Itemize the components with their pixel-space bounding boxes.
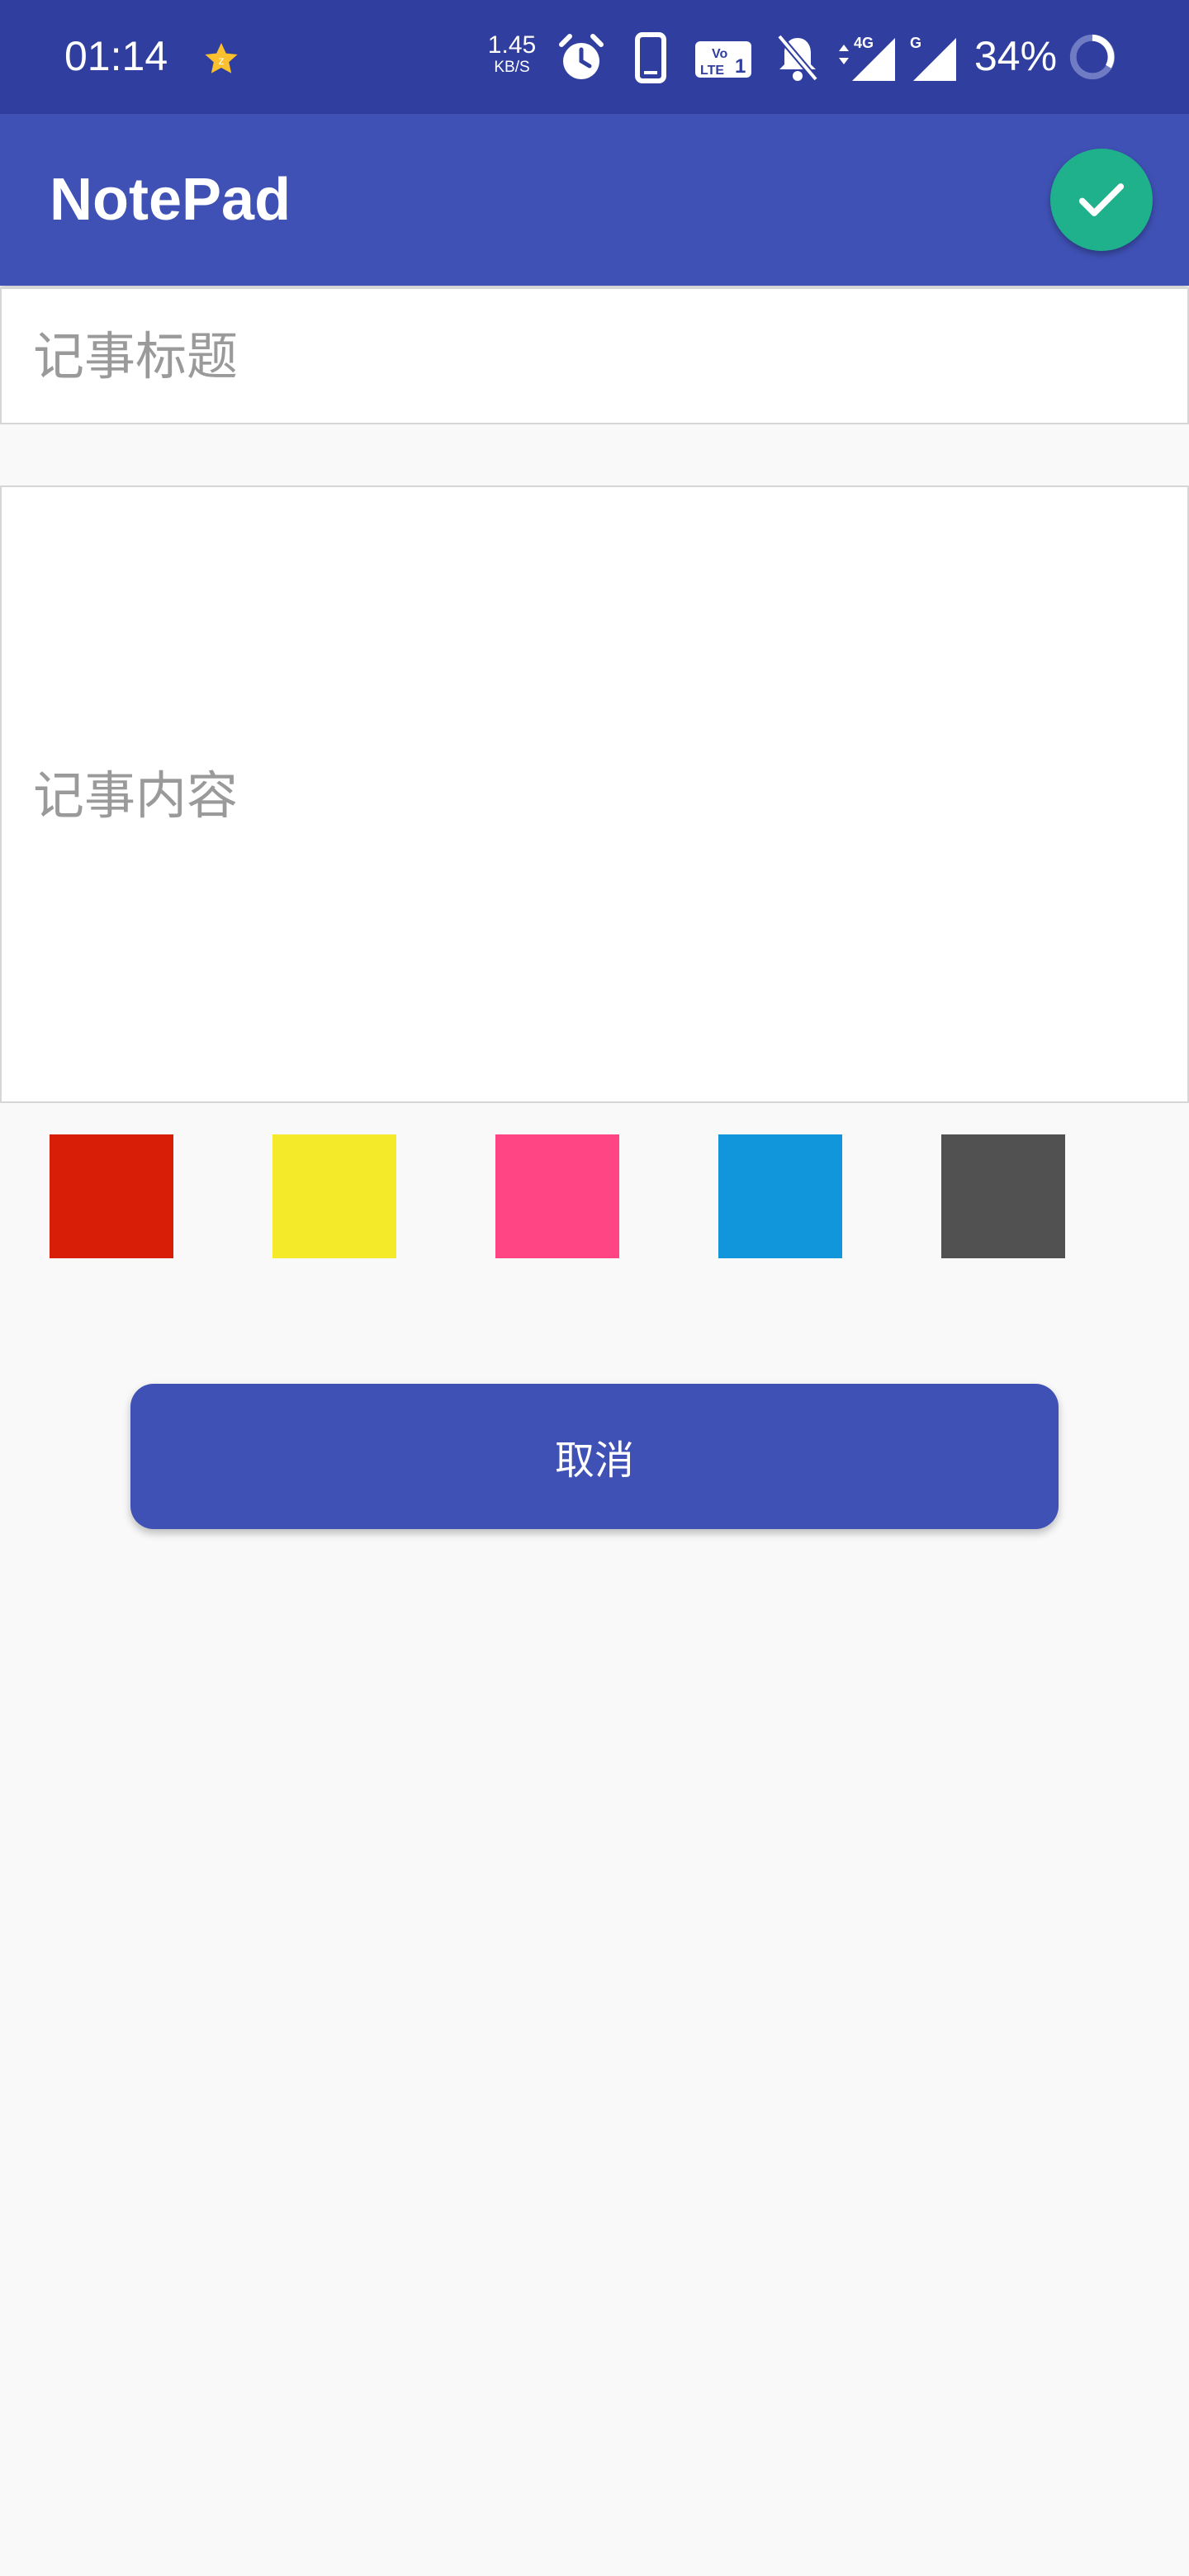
cancel-button-label: 取消 [554,1437,634,1484]
note-title-input[interactable]: 记事标题 [0,287,1189,424]
signal-g-label: G [910,35,921,51]
signal-4g-icon: 4G [839,35,895,81]
check-icon [1078,183,1125,216]
svg-text:1: 1 [735,55,746,78]
note-content-input[interactable]: 记事内容 [0,485,1189,1103]
color-swatch-red[interactable] [50,1134,173,1258]
network-speed-unit: KB/S [494,59,530,76]
color-swatch-gray[interactable] [941,1134,1065,1258]
cancel-button[interactable]: 取消 [130,1384,1059,1529]
signal-g-icon: G [910,35,956,81]
svg-text:Vo: Vo [712,47,727,61]
star-icon: z [205,43,238,73]
network-speed: 1.45 KB/S [486,31,538,76]
battery-ring-icon [1069,34,1116,80]
app-bar: NotePad [0,114,1189,286]
note-title-placeholder: 记事标题 [33,326,239,386]
note-content-placeholder: 记事内容 [33,765,239,826]
svg-text:LTE: LTE [700,64,724,78]
status-bar: 01:14 z 1.45 KB/S Vo LTE 1 4G G 34% [0,0,1189,114]
bell-off-icon [776,34,819,82]
color-swatch-blue[interactable] [718,1134,842,1258]
status-time: 01:14 [64,33,168,79]
network-speed-value: 1.45 [487,31,537,59]
volte-icon: Vo LTE 1 [695,41,751,78]
color-swatch-yellow[interactable] [272,1134,396,1258]
battery-percent: 34% [974,33,1058,79]
alarm-icon [559,34,604,79]
app-title: NotePad [50,167,291,233]
svg-text:z: z [219,54,225,67]
signal-4g-label: 4G [854,35,874,51]
phone-icon [635,32,666,83]
color-swatch-pink[interactable] [495,1134,619,1258]
confirm-button[interactable] [1050,149,1153,251]
